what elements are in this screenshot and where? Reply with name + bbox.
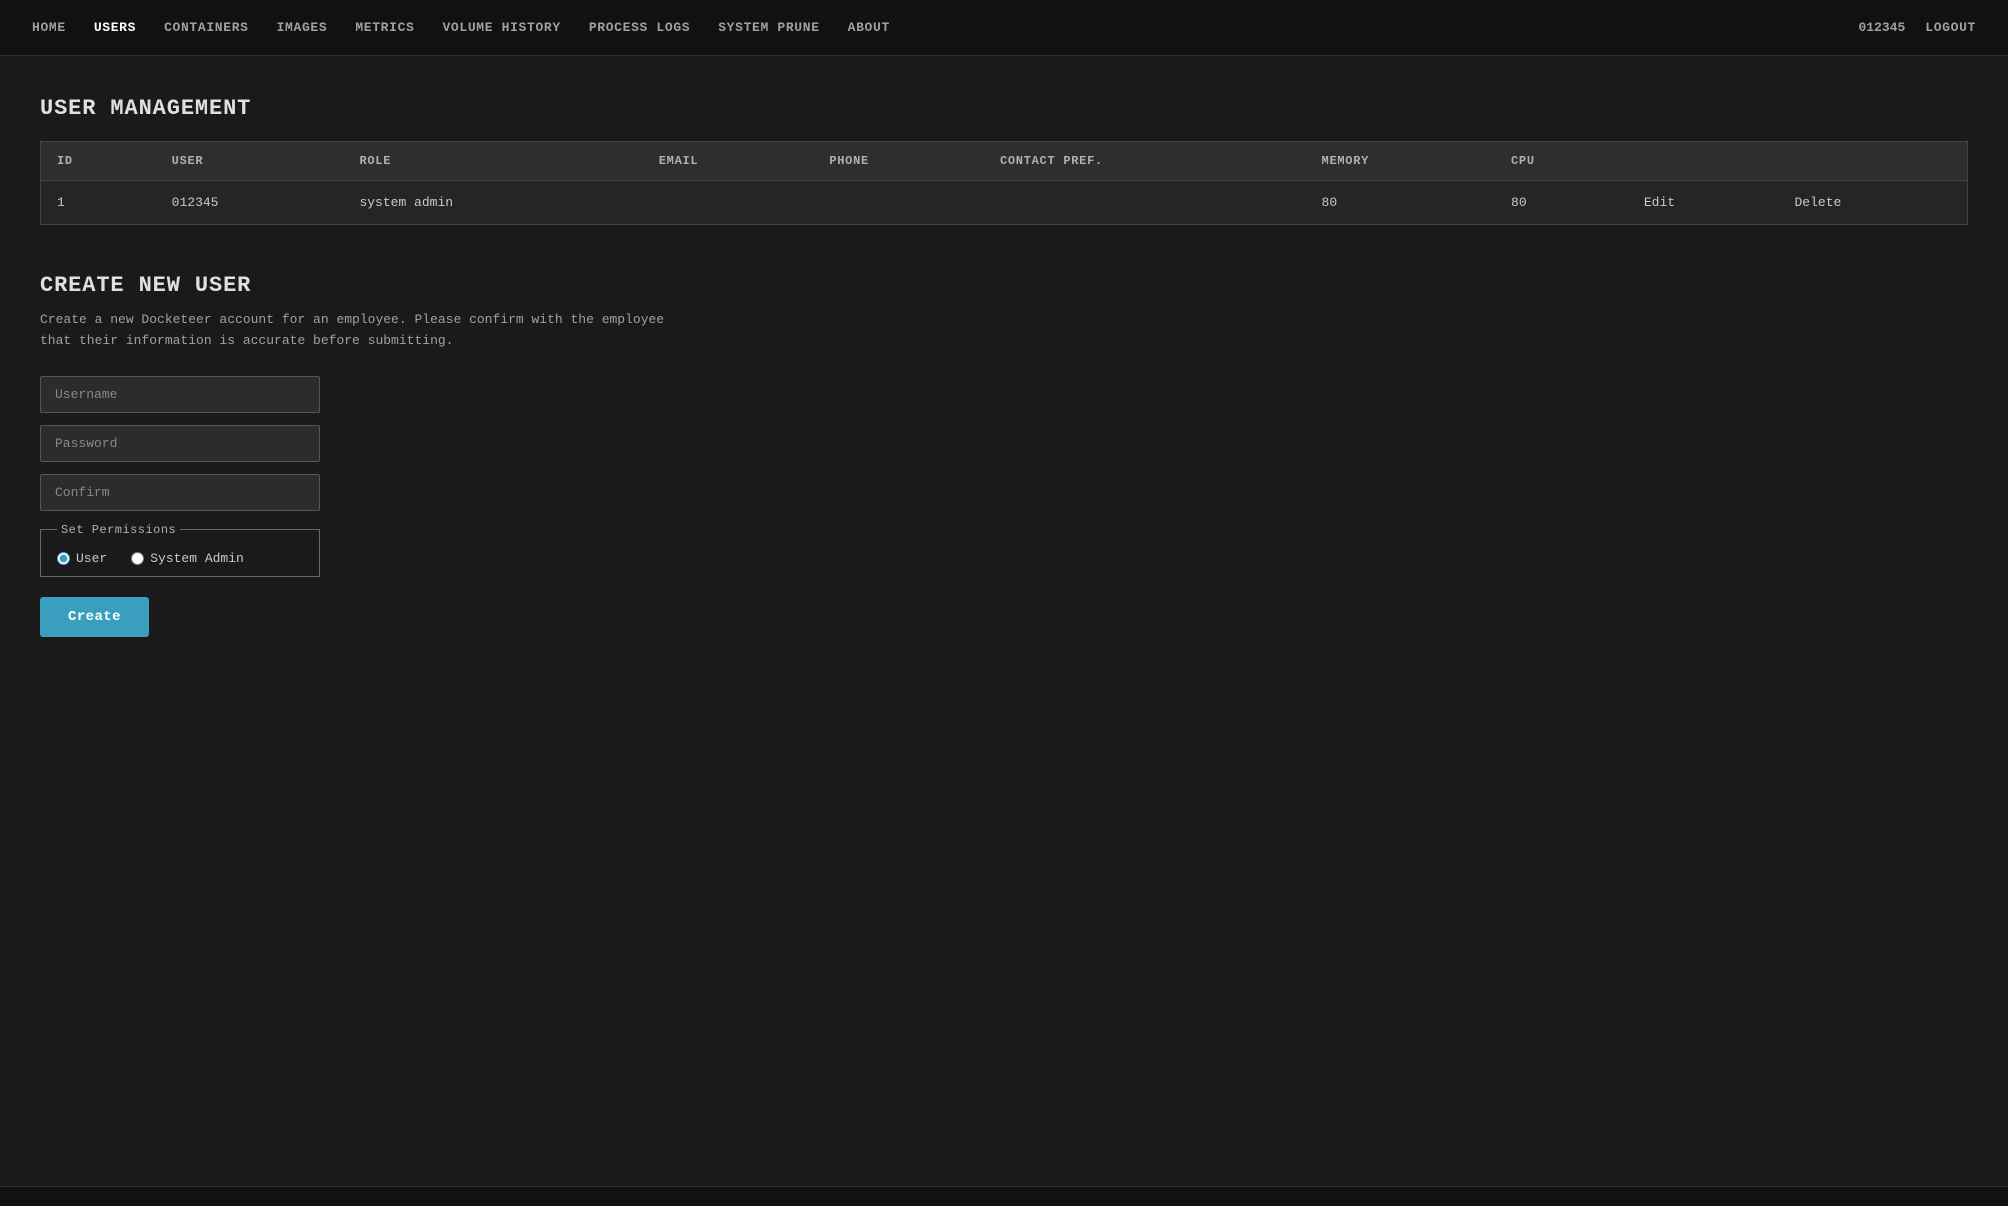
delete-button[interactable]: Delete bbox=[1794, 195, 1841, 210]
username-input[interactable] bbox=[40, 376, 320, 413]
nav-about[interactable]: ABOUT bbox=[848, 20, 890, 35]
nav-home[interactable]: HOME bbox=[32, 20, 66, 35]
create-user-description: Create a new Docketeer account for an em… bbox=[40, 310, 680, 352]
nav-containers[interactable]: CONTAINERS bbox=[164, 20, 249, 35]
col-user: USER bbox=[156, 142, 344, 181]
nav-system-prune[interactable]: SYSTEM PRUNE bbox=[718, 20, 819, 35]
cell-cpu: 80 bbox=[1495, 181, 1628, 225]
col-role: ROLE bbox=[343, 142, 642, 181]
table-header: ID USER ROLE EMAIL PHONE CONTACT PREF. M… bbox=[41, 142, 1968, 181]
user-management-title: USER MANAGEMENT bbox=[40, 96, 1968, 121]
radio-admin-label[interactable]: System Admin bbox=[131, 551, 244, 566]
cell-id: 1 bbox=[41, 181, 156, 225]
col-actions bbox=[1628, 142, 1779, 181]
confirm-input[interactable] bbox=[40, 474, 320, 511]
main-content: USER MANAGEMENT ID USER ROLE EMAIL PHONE… bbox=[0, 56, 2008, 677]
nav-username: 012345 bbox=[1858, 20, 1905, 35]
cell-delete[interactable]: Delete bbox=[1778, 181, 1967, 225]
radio-user-text: User bbox=[76, 551, 107, 566]
nav-user-area: 012345 LOGOUT bbox=[1858, 20, 1976, 35]
nav-users[interactable]: USERS bbox=[94, 20, 136, 35]
cell-edit[interactable]: Edit bbox=[1628, 181, 1779, 225]
radio-group: User System Admin bbox=[57, 551, 303, 566]
permissions-fieldset: Set Permissions User System Admin bbox=[40, 523, 320, 577]
col-cpu: CPU bbox=[1495, 142, 1628, 181]
col-memory: MEMORY bbox=[1306, 142, 1495, 181]
cell-contact-pref bbox=[984, 181, 1306, 225]
navbar: HOME USERS CONTAINERS IMAGES METRICS VOL… bbox=[0, 0, 2008, 56]
create-user-title: CREATE NEW USER bbox=[40, 273, 680, 298]
footer-bar bbox=[0, 1186, 2008, 1206]
create-button[interactable]: Create bbox=[40, 597, 149, 637]
permissions-legend: Set Permissions bbox=[57, 523, 180, 537]
radio-admin[interactable] bbox=[131, 552, 144, 565]
cell-role: system admin bbox=[343, 181, 642, 225]
nav-process-logs[interactable]: PROCESS LOGS bbox=[589, 20, 690, 35]
cell-email bbox=[643, 181, 814, 225]
create-user-section: CREATE NEW USER Create a new Docketeer a… bbox=[40, 273, 680, 637]
cell-phone bbox=[813, 181, 984, 225]
cell-user: 012345 bbox=[156, 181, 344, 225]
col-phone: PHONE bbox=[813, 142, 984, 181]
col-contact-pref: CONTACT PREF. bbox=[984, 142, 1306, 181]
nav-logout[interactable]: LOGOUT bbox=[1925, 20, 1976, 35]
nav-metrics[interactable]: METRICS bbox=[355, 20, 414, 35]
radio-admin-text: System Admin bbox=[150, 551, 244, 566]
col-id: ID bbox=[41, 142, 156, 181]
col-delete bbox=[1778, 142, 1967, 181]
nav-volume-history[interactable]: VOLUME HISTORY bbox=[442, 20, 560, 35]
col-email: EMAIL bbox=[643, 142, 814, 181]
radio-user-label[interactable]: User bbox=[57, 551, 107, 566]
table-body: 1 012345 system admin 80 80 Edit Delete bbox=[41, 181, 1968, 225]
edit-button[interactable]: Edit bbox=[1644, 195, 1675, 210]
radio-user[interactable] bbox=[57, 552, 70, 565]
nav-links-left: HOME USERS CONTAINERS IMAGES METRICS VOL… bbox=[32, 20, 890, 35]
user-table: ID USER ROLE EMAIL PHONE CONTACT PREF. M… bbox=[40, 141, 1968, 225]
password-input[interactable] bbox=[40, 425, 320, 462]
cell-memory: 80 bbox=[1306, 181, 1495, 225]
table-row: 1 012345 system admin 80 80 Edit Delete bbox=[41, 181, 1968, 225]
nav-images[interactable]: IMAGES bbox=[277, 20, 328, 35]
